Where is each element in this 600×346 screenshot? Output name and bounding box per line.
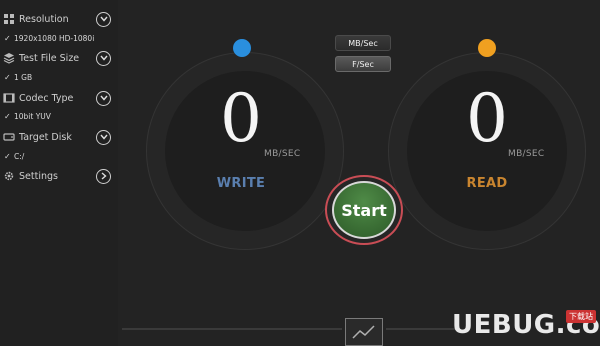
check-icon: ✓ (4, 33, 11, 43)
bottom-divider-left (122, 328, 342, 330)
film-icon (3, 92, 15, 104)
line-graph-icon (352, 325, 375, 339)
gear-icon (3, 170, 15, 182)
check-icon: ✓ (4, 151, 11, 161)
sidebar-item-settings[interactable]: Settings (0, 165, 118, 187)
codec-type-value-label: 10bit YUV (14, 111, 51, 121)
check-icon: ✓ (4, 111, 11, 121)
test-file-size-value-label: 1 GB (14, 72, 33, 82)
resolution-value-label: 1920x1080 HD-1080i (14, 33, 95, 43)
graph-button[interactable] (345, 318, 383, 346)
write-gauge: 0 MB/SEC WRITE (146, 52, 344, 250)
sidebar-item-resolution[interactable]: Resolution (0, 8, 118, 30)
disk-icon (3, 131, 15, 143)
test-file-size-value: ✓ 1 GB (0, 70, 118, 84)
write-indicator-dot (233, 39, 251, 57)
watermark: UEBUG.com 下载站 (452, 308, 600, 346)
resolution-value: ✓ 1920x1080 HD-1080i (0, 31, 118, 45)
sidebar-item-codec-type[interactable]: Codec Type (0, 87, 118, 109)
chevron-right-icon[interactable] (96, 168, 111, 184)
read-gauge: 0 MB/SEC READ (388, 52, 586, 250)
codec-type-value: ✓ 10bit YUV (0, 109, 118, 123)
bottom-divider-right (386, 328, 456, 330)
chevron-down-icon[interactable] (96, 90, 111, 106)
write-speed-value: 0 (220, 80, 262, 157)
read-indicator-dot (478, 39, 496, 57)
sidebar-item-label: Resolution (19, 13, 69, 25)
sidebar-item-label: Settings (19, 170, 58, 182)
resolution-icon (3, 13, 15, 25)
read-speed-value: 0 (466, 80, 508, 157)
sidebar-item-label: Codec Type (19, 92, 74, 104)
read-speed-unit: MB/SEC (508, 149, 545, 159)
start-button-ring: Start (325, 175, 403, 245)
target-disk-value: ✓ C:/ (0, 149, 118, 163)
chevron-down-icon[interactable] (96, 50, 111, 66)
write-gauge-title: WRITE (216, 176, 266, 191)
sidebar-item-label: Target Disk (19, 131, 72, 143)
chevron-down-icon[interactable] (96, 11, 111, 27)
sidebar: Resolution ✓ 1920x1080 HD-1080i Test Fil… (0, 0, 118, 346)
target-disk-value-label: C:/ (14, 151, 25, 161)
read-gauge-title: READ (466, 176, 508, 191)
layers-icon (3, 52, 15, 64)
check-icon: ✓ (4, 72, 11, 82)
chevron-down-icon[interactable] (96, 129, 111, 145)
sidebar-item-target-disk[interactable]: Target Disk (0, 126, 118, 148)
start-button[interactable]: Start (332, 181, 396, 239)
watermark-badge: 下载站 (566, 310, 596, 323)
sidebar-item-label: Test File Size (19, 52, 80, 64)
write-speed-unit: MB/SEC (264, 149, 301, 159)
frames-per-sec-button[interactable]: F/Sec (335, 56, 391, 72)
sidebar-top-fade (18, 0, 98, 5)
mb-per-sec-button[interactable]: MB/Sec (335, 35, 391, 51)
sidebar-item-test-file-size[interactable]: Test File Size (0, 47, 118, 69)
